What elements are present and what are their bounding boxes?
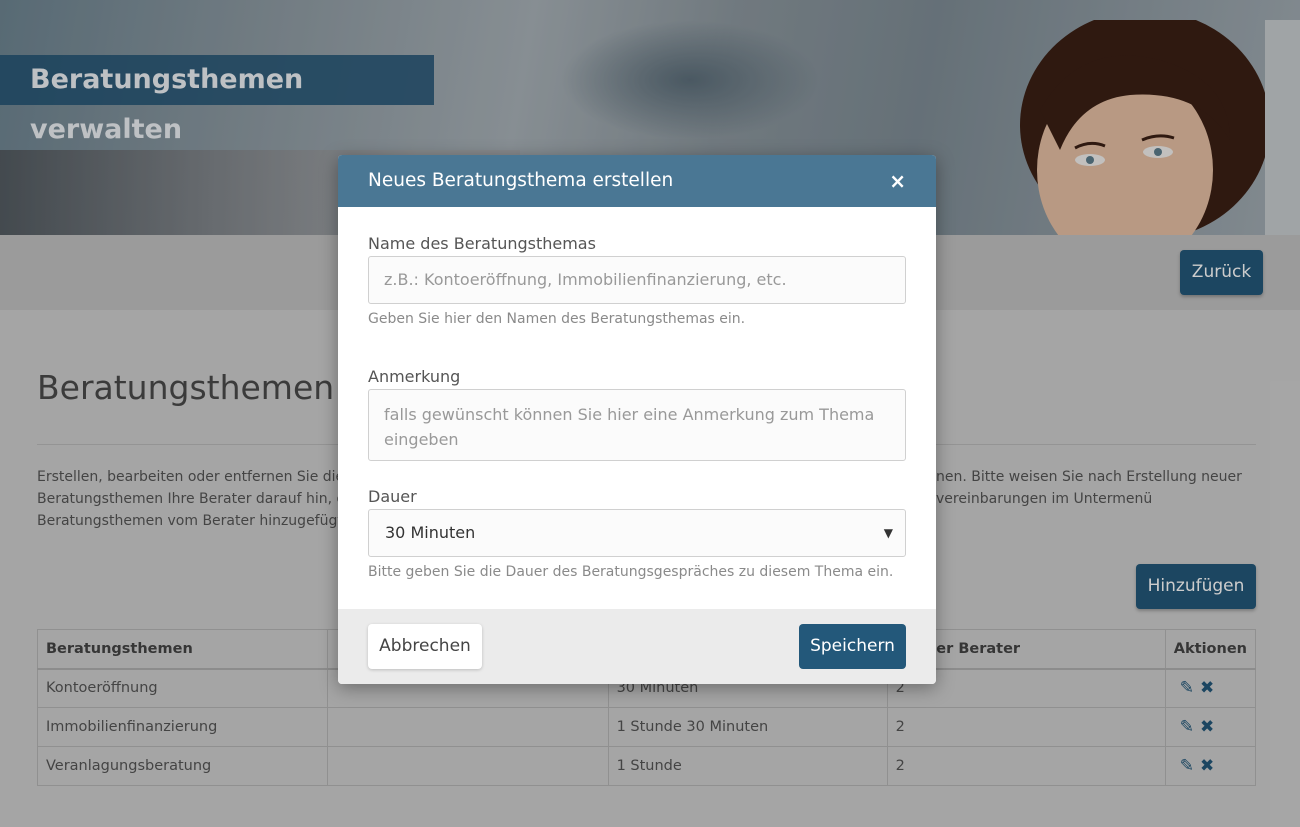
note-textarea[interactable]: falls gewünscht können Sie hier eine Anm… — [368, 389, 906, 461]
dialog-footer: Abbrechen Speichern — [338, 609, 936, 684]
name-hint: Geben Sie hier den Namen des Beratungsth… — [368, 311, 746, 327]
cancel-button[interactable]: Abbrechen — [368, 624, 482, 669]
topic-name-input[interactable]: z.B.: Kontoeröffnung, Immobilienfinanzie… — [368, 256, 906, 304]
dialog-title: Neues Beratungsthema erstellen — [368, 170, 674, 191]
close-icon[interactable]: × — [889, 155, 906, 207]
duration-select-value: 30 Minuten — [385, 523, 476, 542]
chevron-down-icon: ▼ — [883, 526, 893, 540]
duration-hint: Bitte geben Sie die Dauer des Beratungsg… — [368, 564, 894, 580]
name-label: Name des Beratungsthemas — [368, 234, 596, 253]
note-label: Anmerkung — [368, 367, 461, 386]
create-topic-dialog: Neues Beratungsthema erstellen × Name de… — [338, 155, 936, 684]
save-button[interactable]: Speichern — [799, 624, 906, 669]
duration-label: Dauer — [368, 487, 417, 506]
dialog-header: Neues Beratungsthema erstellen × — [338, 155, 936, 207]
duration-select[interactable]: 30 Minuten ▼ — [368, 509, 906, 557]
